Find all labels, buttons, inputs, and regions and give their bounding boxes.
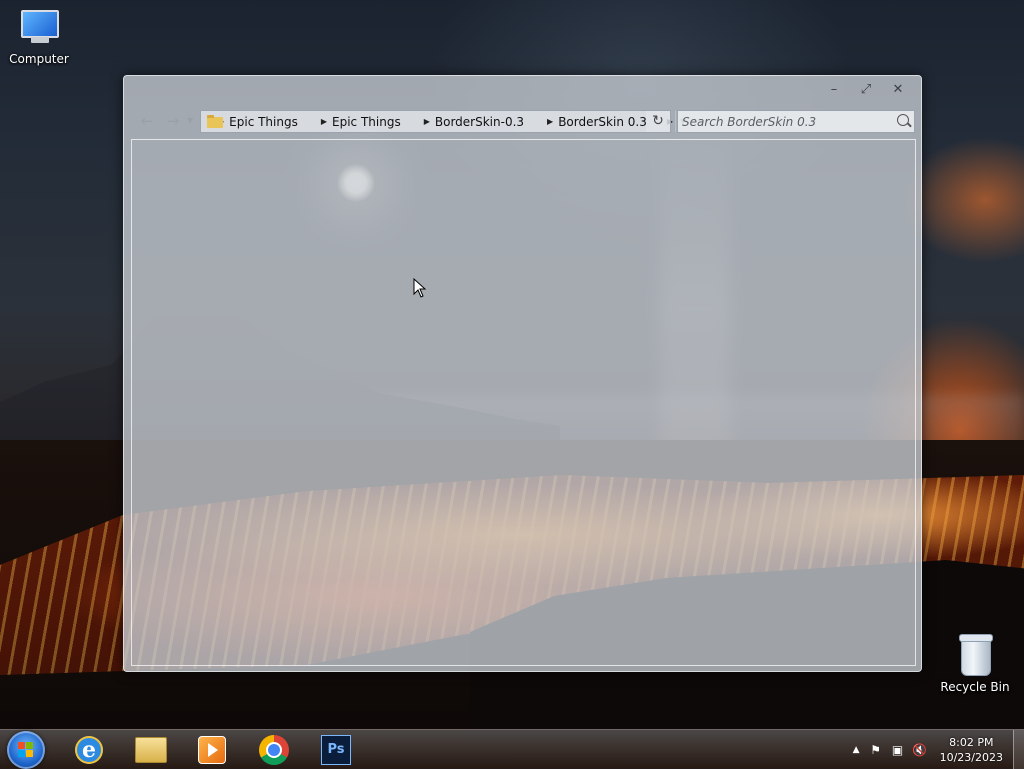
back-button[interactable]: ← bbox=[136, 111, 158, 131]
internet-explorer-icon: e bbox=[75, 736, 103, 764]
computer-icon bbox=[17, 8, 61, 48]
taskbar-windows-explorer[interactable] bbox=[125, 732, 177, 768]
desktop-icon-computer[interactable]: Computer bbox=[1, 8, 77, 66]
search-box[interactable] bbox=[677, 110, 915, 133]
chevron-right-icon[interactable]: ▶ bbox=[321, 117, 327, 126]
breadcrumb-item[interactable]: BorderSkin 0.3 bbox=[558, 115, 647, 129]
start-button[interactable] bbox=[7, 731, 45, 769]
show-desktop-button[interactable] bbox=[1013, 730, 1024, 769]
chevron-right-icon[interactable]: ▶ bbox=[547, 117, 553, 126]
refresh-button[interactable]: ↻ bbox=[646, 110, 671, 133]
taskbar-chrome[interactable] bbox=[248, 732, 300, 768]
taskbar-internet-explorer[interactable]: e bbox=[63, 732, 115, 768]
recycle-bin-icon bbox=[958, 632, 993, 676]
navigation-bar: ← → ▼ ▶ Epic Things ▶ Epic Things ▶ Bord… bbox=[132, 109, 915, 133]
clock-time: 8:02 PM bbox=[949, 735, 994, 749]
media-player-icon bbox=[198, 736, 226, 764]
show-hidden-icons-button[interactable]: ▲ bbox=[853, 745, 860, 755]
address-bar[interactable]: ▶ Epic Things ▶ Epic Things ▶ BorderSkin… bbox=[200, 110, 686, 133]
breadcrumb-item[interactable]: Epic Things bbox=[332, 115, 401, 129]
folder-icon bbox=[135, 737, 167, 763]
minimize-button[interactable]: – bbox=[825, 82, 843, 98]
taskbar-media-player[interactable] bbox=[186, 732, 238, 768]
system-tray: ▲ ⚑ ▣ 🔇 8:02 PM 10/23/2023 bbox=[853, 730, 1024, 769]
desktop-icon-label: Recycle Bin bbox=[940, 680, 1010, 694]
forward-button[interactable]: → bbox=[162, 111, 184, 131]
volume-muted-icon[interactable]: 🔇 bbox=[912, 742, 928, 758]
recent-locations-dropdown[interactable]: ▼ bbox=[187, 111, 195, 131]
photoshop-icon: Ps bbox=[321, 735, 351, 765]
maximize-button[interactable]: ⤢ bbox=[857, 82, 875, 98]
taskbar-photoshop[interactable]: Ps bbox=[310, 732, 362, 768]
chrome-icon bbox=[259, 735, 289, 765]
windows-logo-icon bbox=[18, 742, 34, 758]
close-button[interactable]: ✕ bbox=[889, 82, 907, 98]
clock-date: 10/23/2023 bbox=[939, 750, 1003, 764]
caption-buttons: – ⤢ ✕ bbox=[825, 82, 907, 98]
breadcrumb-item[interactable]: Epic Things bbox=[229, 115, 298, 129]
breadcrumb-item[interactable]: BorderSkin-0.3 bbox=[435, 115, 524, 129]
content-pane[interactable] bbox=[131, 139, 916, 666]
action-center-flag-icon[interactable]: ⚑ bbox=[868, 742, 884, 758]
search-icon[interactable] bbox=[897, 114, 909, 126]
taskbar: e Ps ▲ ⚑ ▣ 🔇 8:02 PM 10/23/2023 bbox=[0, 729, 1024, 769]
chevron-right-icon[interactable]: ▶ bbox=[424, 117, 430, 126]
desktop-icon-recycle-bin[interactable]: Recycle Bin bbox=[937, 632, 1013, 694]
desktop-icon-label: Computer bbox=[9, 52, 69, 66]
search-input[interactable] bbox=[678, 112, 892, 132]
network-icon[interactable]: ▣ bbox=[890, 742, 906, 758]
explorer-window[interactable]: – ⤢ ✕ ← → ▼ ▶ Epic Things ▶ Epic Things … bbox=[123, 75, 922, 672]
clock[interactable]: 8:02 PM 10/23/2023 bbox=[940, 735, 1003, 765]
